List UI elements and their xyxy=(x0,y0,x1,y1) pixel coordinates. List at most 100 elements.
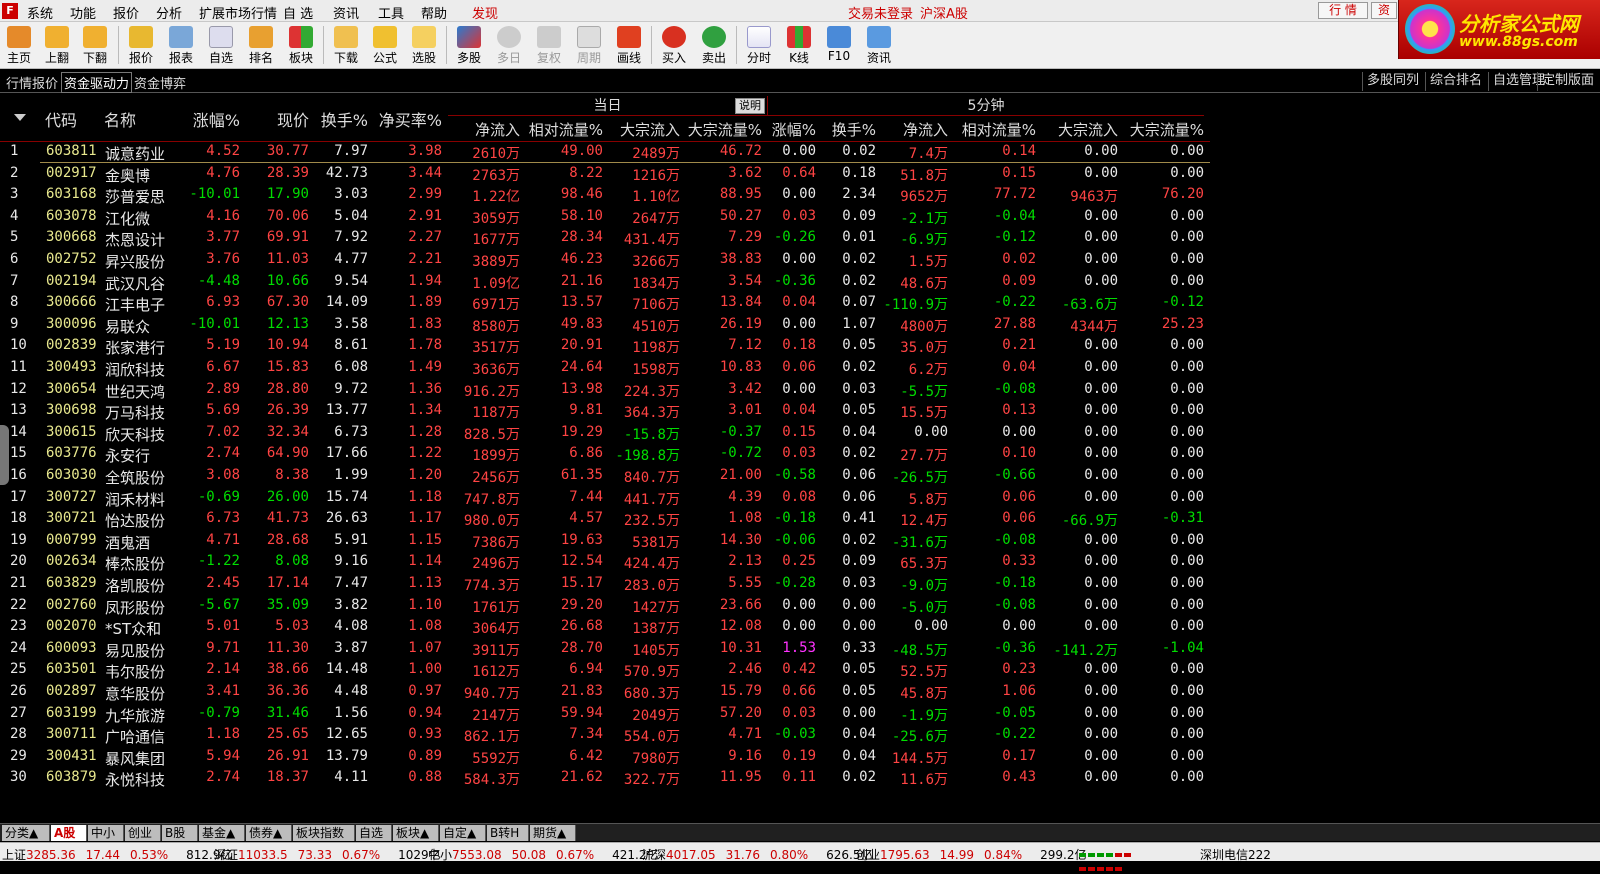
table-row[interactable]: 18 300721 怡达股份 6.73 41.73 26.63 1.17 980.0万 4.57… xyxy=(0,508,1210,530)
bottom-tab[interactable]: 分类▲ xyxy=(2,825,50,841)
table-row[interactable]: 14 300615 欣天科技 7.02 32.34 6.73 1.28 828.5万 19.29… xyxy=(0,422,1210,444)
bottom-tab[interactable]: 创业 xyxy=(125,825,161,841)
menu-news[interactable]: 资讯 xyxy=(333,3,359,22)
col-header[interactable]: 大宗流入 xyxy=(1028,119,1118,140)
table-row[interactable]: 12 300654 世纪天鸿 2.89 28.80 9.72 1.36 916.2万 13.98… xyxy=(0,379,1210,401)
bottom-tab[interactable]: B转H xyxy=(487,825,529,841)
menu-help[interactable]: 帮助 xyxy=(421,3,447,22)
multi-day-button[interactable]: 多日 xyxy=(490,24,528,66)
bottom-tab[interactable]: B股 xyxy=(162,825,198,841)
trade-login-status[interactable]: 交易未登录 xyxy=(848,3,913,22)
table-row[interactable]: 2 002917 金奥博 4.76 28.39 42.73 3.44 2763万 8.22 121… xyxy=(0,163,1210,185)
menu-analysis[interactable]: 分析 xyxy=(156,3,182,22)
tab-composite-rank[interactable]: 综合排名 xyxy=(1425,72,1482,91)
col-header[interactable]: 名称 xyxy=(104,107,136,131)
bottom-tab[interactable]: 期货▲ xyxy=(530,825,576,841)
bottom-tab[interactable]: 中小 xyxy=(88,825,124,841)
menu-extended-market[interactable]: 扩展市场行情 xyxy=(199,3,277,22)
table-row[interactable]: 22 002760 凤形股份 -5.67 35.09 3.82 1.10 1761万 29.20… xyxy=(0,595,1210,617)
period-button[interactable]: 周期 xyxy=(570,24,608,66)
table-row[interactable]: 27 603199 九华旅游 -0.79 31.46 1.56 0.94 2147万 59.94… xyxy=(0,703,1210,725)
table-row[interactable]: 29 300431 暴风集团 5.94 26.91 13.79 0.89 5592万 6.42 7… xyxy=(0,746,1210,768)
formula-button[interactable]: 公式 xyxy=(366,24,404,66)
table-row[interactable]: 20 002634 棒杰股份 -1.22 8.08 9.16 1.14 2496万 12.54 4… xyxy=(0,551,1210,573)
menu-function[interactable]: 功能 xyxy=(70,3,96,22)
table-row[interactable]: 23 002070 *ST众和 5.01 5.03 4.08 1.08 3064万 26.68 1… xyxy=(0,616,1210,638)
bottom-tab[interactable]: 基金▲ xyxy=(199,825,245,841)
bottom-tab[interactable]: 债券▲ xyxy=(246,825,292,841)
bottom-tab[interactable]: 自选 xyxy=(356,825,392,841)
intraday-button[interactable]: 分时 xyxy=(740,24,778,66)
page-up-button[interactable]: 上翻 xyxy=(38,24,76,66)
table-row[interactable]: 17 300727 润禾材料 -0.69 26.00 15.74 1.18 747.8万 7.4… xyxy=(0,487,1210,509)
report-button[interactable]: 报表 xyxy=(162,24,200,66)
menu-tools[interactable]: 工具 xyxy=(378,3,404,22)
table-row[interactable]: 1 603811 诚意药业 4.52 30.77 7.97 3.98 2610万 49.00 24… xyxy=(0,141,1210,163)
index-quote[interactable]: 上证3285.36 17.44 0.53% 812.9亿 xyxy=(2,846,232,863)
download-button[interactable]: 下载 xyxy=(327,24,365,66)
table-row[interactable]: 7 002194 武汉凡谷 -4.48 10.66 9.54 1.94 1.09亿 21.16 1… xyxy=(0,271,1210,293)
quote-mode-button[interactable]: 行 情 xyxy=(1318,2,1368,19)
tab-capital-drive[interactable]: 资金驱动力 xyxy=(61,72,133,93)
sector-button[interactable]: 板块 xyxy=(282,24,320,66)
adjust-button[interactable]: 复权 xyxy=(530,24,568,66)
table-row[interactable]: 8 300666 江丰电子 6.93 67.30 14.09 1.89 6971万 13.57 7… xyxy=(0,292,1210,314)
page-down-button[interactable]: 下翻 xyxy=(76,24,114,66)
table-row[interactable]: 15 603776 永安行 2.74 64.90 17.66 1.22 1899万 6.86 -1… xyxy=(0,443,1210,465)
table-row[interactable]: 11 300493 润欣科技 6.67 15.83 6.08 1.49 3636万 24.64 1… xyxy=(0,357,1210,379)
table-row[interactable]: 9 300096 易联众 -10.01 12.13 3.58 1.83 8580万 49.83 4… xyxy=(0,314,1210,336)
table-row[interactable]: 30 603879 永悦科技 2.74 18.37 4.11 0.88 584.3万 21.62… xyxy=(0,767,1210,789)
table-row[interactable]: 5 300668 杰恩设计 3.77 69.91 7.92 2.27 1677万 28.34 43… xyxy=(0,227,1210,249)
tab-multi-stock[interactable]: 多股同列 xyxy=(1362,72,1419,91)
home-button[interactable]: 主页 xyxy=(0,24,38,66)
index-quote[interactable]: 深证11033.5 73.33 0.67% 1029亿 xyxy=(214,846,441,863)
explain-button[interactable]: 说明 xyxy=(735,98,765,114)
table-row[interactable]: 6 002752 昇兴股份 3.76 11.03 4.77 2.21 3889万 46.23 32… xyxy=(0,249,1210,271)
index-quote[interactable]: 沪深4017.05 31.76 0.80% 626.5亿 xyxy=(642,846,872,863)
table-row[interactable]: 13 300698 万马科技 5.69 26.39 13.77 1.34 1187万 9.81 3… xyxy=(0,400,1210,422)
index-quote[interactable]: 中小7553.08 50.08 0.67% 421.2亿 xyxy=(428,846,658,863)
table-row[interactable]: 3 603168 莎普爱思 -10.01 17.90 3.03 2.99 1.22亿 98.46… xyxy=(0,184,1210,206)
menu-system[interactable]: 系统 xyxy=(27,3,53,22)
table-row[interactable]: 21 603829 洛凯股份 2.45 17.14 7.47 1.13 774.3万 15.17… xyxy=(0,573,1210,595)
index-quote[interactable]: 创业1795.63 14.99 0.84% 299.2亿 xyxy=(856,846,1086,863)
table-row[interactable]: 24 600093 易见股份 9.71 11.30 3.87 1.07 3911万 28.70 1… xyxy=(0,638,1210,660)
tab-capital-game[interactable]: 资金博弈 xyxy=(134,73,186,92)
col-header[interactable]: 代码 xyxy=(45,107,77,131)
table-row[interactable]: 28 300711 广哈通信 1.18 25.65 12.65 0.93 862.1万 7.34… xyxy=(0,724,1210,746)
table-row[interactable]: 4 603078 江化微 4.16 70.06 5.04 2.91 3059万 58.10 264… xyxy=(0,206,1210,228)
col-header[interactable]: 大宗流量% xyxy=(1114,119,1204,140)
draw-line-button[interactable]: 画线 xyxy=(610,24,648,66)
watchlist-button[interactable]: 自选 xyxy=(202,24,240,66)
col-header[interactable]: 净流入 xyxy=(858,119,948,140)
quote-button[interactable]: 报价 xyxy=(122,24,160,66)
bottom-tab[interactable]: 板块▲ xyxy=(393,825,439,841)
col-header[interactable]: 净买率% xyxy=(352,107,442,131)
menu-discover[interactable]: 发现 xyxy=(472,3,498,22)
info-mode-button[interactable]: 资 xyxy=(1371,2,1397,19)
f10-button[interactable]: F10 xyxy=(820,24,858,66)
tab-quote[interactable]: 行情报价 xyxy=(6,73,58,92)
menu-quote[interactable]: 报价 xyxy=(113,3,139,22)
news-button[interactable]: 资讯 xyxy=(860,24,898,66)
multi-stock-button[interactable]: 多股 xyxy=(450,24,488,66)
table-row[interactable]: 26 002897 意华股份 3.41 36.36 4.48 0.97 940.7万 21.83… xyxy=(0,681,1210,703)
table-row[interactable]: 19 000799 酒鬼酒 4.71 28.68 5.91 1.15 7386万 19.63 53… xyxy=(0,530,1210,552)
sell-button[interactable]: 卖出 xyxy=(695,24,733,66)
rank-button[interactable]: 排名 xyxy=(242,24,280,66)
bottom-tab[interactable]: 自定▲ xyxy=(440,825,486,841)
col-header[interactable]: 大宗流入 xyxy=(590,119,680,140)
bottom-tab[interactable]: A股 xyxy=(51,825,87,841)
brand-banner[interactable]: 分析家公式网 www.88gs.com xyxy=(1398,0,1600,59)
col-header[interactable]: 相对流量% xyxy=(946,119,1036,140)
stock-select-button[interactable]: 选股 xyxy=(405,24,443,66)
table-row[interactable]: 25 603501 韦尔股份 2.14 38.66 14.48 1.00 1612万 6.94 5… xyxy=(0,659,1210,681)
table-row[interactable]: 10 002839 张家港行 5.19 10.94 8.61 1.78 3517万 20.91 1… xyxy=(0,335,1210,357)
kline-button[interactable]: K线 xyxy=(780,24,818,66)
table-row[interactable]: 16 603030 全筑股份 3.08 8.38 1.99 1.20 2456万 61.35 84… xyxy=(0,465,1210,487)
tab-custom-layout[interactable]: 定制版面 xyxy=(1537,72,1600,91)
buy-button[interactable]: 买入 xyxy=(655,24,693,66)
bottom-tab[interactable]: 板块指数 xyxy=(293,825,355,841)
col-header[interactable]: 净流入 xyxy=(430,119,520,140)
menu-watchlist[interactable]: 自 选 xyxy=(283,3,313,22)
